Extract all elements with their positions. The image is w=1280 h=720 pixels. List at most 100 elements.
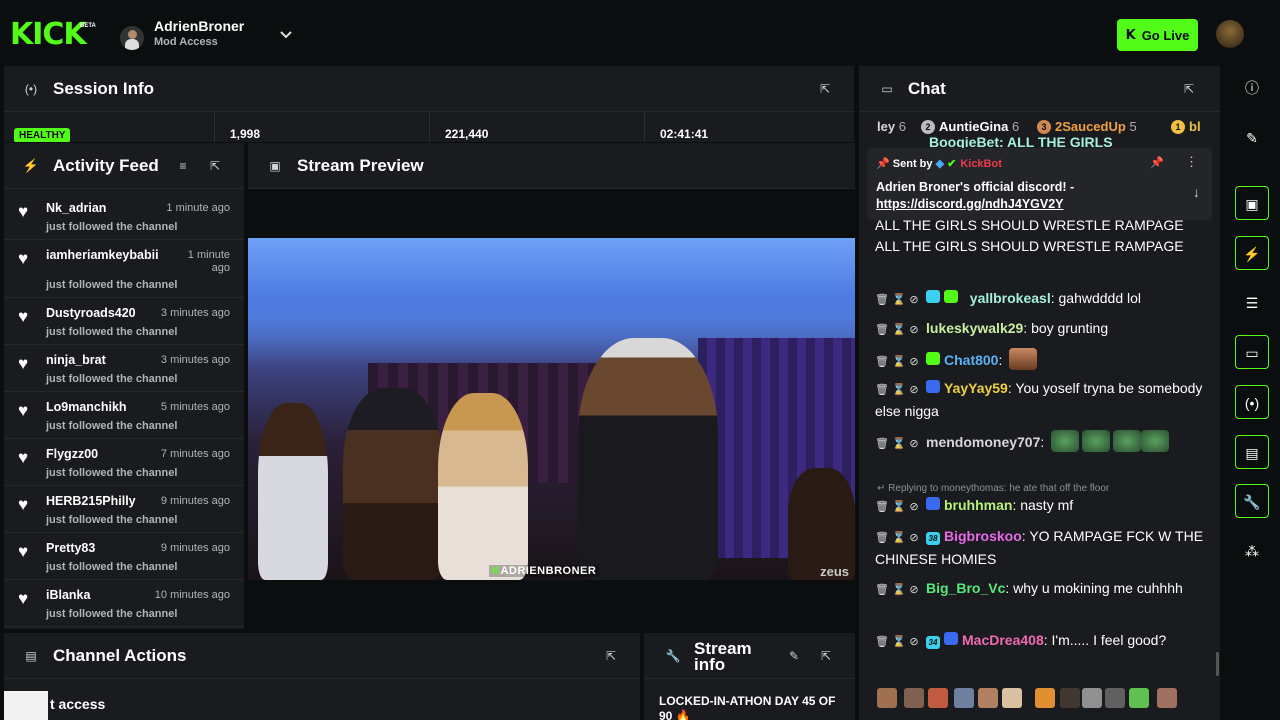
chat-username[interactable]: YayYay59: [944, 380, 1008, 396]
chat-toggle-icon[interactable]: ▭: [1235, 335, 1269, 369]
delete-icon[interactable]: 🗑: [875, 632, 889, 653]
chat-username[interactable]: Big_Bro_Vc: [926, 580, 1005, 596]
share-icon[interactable]: ⁂: [1235, 534, 1269, 568]
emote-button[interactable]: [1002, 688, 1022, 708]
pin-icon[interactable]: 📌: [1150, 156, 1164, 169]
ban-icon[interactable]: ⊘: [909, 352, 919, 373]
more-options-icon[interactable]: ⋮: [1185, 154, 1198, 170]
ban-icon[interactable]: ⊘: [909, 528, 919, 549]
delete-icon[interactable]: 🗑: [875, 320, 889, 341]
info-icon[interactable]: ⓘ: [1235, 71, 1269, 105]
discord-link[interactable]: https://discord.gg/ndhJ4YGV2Y: [876, 197, 1064, 211]
emote-button[interactable]: [1157, 688, 1177, 708]
chat-message[interactable]: 🗑 ⌛ ⊘ 38 Bigbroskoo: YO RAMPAGE FCK W THE CH…: [875, 526, 1205, 570]
timeout-icon[interactable]: ⌛: [892, 380, 906, 401]
feed-item[interactable]: ♥ Flygzz00 7 minutes ago just followed t…: [4, 439, 244, 486]
popout-icon[interactable]: ⇱: [206, 157, 224, 175]
timeout-icon[interactable]: ⌛: [892, 580, 906, 601]
feed-item[interactable]: ♥ iamheriamkeybabii 1 minute ago just fo…: [4, 240, 244, 298]
delete-icon[interactable]: 🗑: [875, 290, 889, 311]
emote-button[interactable]: [877, 688, 897, 708]
stream-preview-toggle-icon[interactable]: ▣: [1235, 186, 1269, 220]
timeout-icon[interactable]: ⌛: [892, 290, 906, 311]
activity-feed-toggle-icon[interactable]: ⚡: [1235, 236, 1269, 270]
list-icon[interactable]: ☰: [1235, 286, 1269, 320]
leaderboard-entry[interactable]: 1 bl: [1171, 119, 1201, 134]
ban-icon[interactable]: ⊘: [909, 632, 919, 653]
delete-icon[interactable]: 🗑: [875, 528, 889, 549]
arrow-down-icon[interactable]: ↓: [1193, 184, 1200, 200]
feed-item[interactable]: ♥ iBlanka 10 minutes ago just followed t…: [4, 580, 244, 627]
chat-message[interactable]: 🗑 ⌛ ⊘ bruhhman: nasty mf: [875, 495, 1205, 518]
channel-name[interactable]: AdrienBroner: [154, 18, 244, 34]
emote-button[interactable]: [1035, 688, 1055, 708]
timeout-icon[interactable]: ⌛: [892, 497, 906, 518]
leaderboard-entry[interactable]: 3 2SaucedUp 5: [1037, 119, 1137, 134]
reply-context[interactable]: ↵ Replying to moneythomas: he ate that o…: [877, 483, 1109, 494]
delete-icon[interactable]: 🗑: [875, 352, 889, 373]
feed-item[interactable]: ♥ Lo9manchikh 5 minutes ago just followe…: [4, 392, 244, 439]
delete-icon[interactable]: 🗑: [875, 434, 889, 455]
chat-scrollbar[interactable]: [1216, 652, 1219, 676]
delete-icon[interactable]: 🗑: [875, 580, 889, 601]
go-live-button[interactable]: K Go Live: [1117, 19, 1198, 51]
edit-icon[interactable]: ✎: [785, 647, 803, 665]
chat-message[interactable]: 🗑 ⌛ ⊘ Big_Bro_Vc: why u mokining me cuhhhh: [875, 578, 1205, 601]
ban-icon[interactable]: ⊘: [909, 380, 919, 401]
pencil-icon[interactable]: ✎: [1235, 121, 1269, 155]
ban-icon[interactable]: ⊘: [909, 497, 919, 518]
stream-video[interactable]: KADRIENBRONER zeus: [248, 238, 855, 580]
feed-item[interactable]: ♥ ninja_brat 3 minutes ago just followed…: [4, 345, 244, 392]
chat-message[interactable]: 🗑 ⌛ ⊘ lukeskywalk29: boy grunting: [875, 318, 1205, 341]
timeout-icon[interactable]: ⌛: [892, 434, 906, 455]
emote-button[interactable]: [904, 688, 924, 708]
channel-avatar[interactable]: [120, 26, 144, 50]
ban-icon[interactable]: ⊘: [909, 580, 919, 601]
emote-button[interactable]: [954, 688, 974, 708]
wrench-icon[interactable]: 🔧: [1235, 484, 1269, 518]
chevron-down-icon[interactable]: [278, 26, 294, 42]
popout-icon[interactable]: ⇱: [817, 647, 835, 665]
emote-button[interactable]: [1105, 688, 1125, 708]
chat-username[interactable]: mendomoney707: [926, 434, 1040, 450]
emote-button[interactable]: [1129, 688, 1149, 708]
session-toggle-icon[interactable]: (•): [1235, 385, 1269, 419]
channel-action-item[interactable]: t access: [50, 696, 105, 712]
feed-item[interactable]: ♥ Pretty83 9 minutes ago just followed t…: [4, 533, 244, 580]
delete-icon[interactable]: 🗑: [875, 497, 889, 518]
emote-button[interactable]: [928, 688, 948, 708]
timeout-icon[interactable]: ⌛: [892, 528, 906, 549]
chat-username[interactable]: bruhhman: [944, 497, 1012, 513]
ban-icon[interactable]: ⊘: [909, 290, 919, 311]
timeout-icon[interactable]: ⌛: [892, 320, 906, 341]
feed-item[interactable]: ♥ Dustyroads420 3 minutes ago just follo…: [4, 298, 244, 345]
chat-message[interactable]: 🗑 ⌛ ⊘ Chat800:: [875, 348, 1205, 373]
feed-item[interactable]: ♥ Nk_adrian 1 minute ago just followed t…: [4, 193, 244, 240]
channel-actions-toggle-icon[interactable]: ▤: [1235, 435, 1269, 469]
timeout-icon[interactable]: ⌛: [892, 352, 906, 373]
chat-username[interactable]: MacDrea408: [962, 632, 1044, 648]
chat-message[interactable]: 🗑 ⌛ ⊘ mendomoney707:: [875, 430, 1205, 455]
emote-button[interactable]: [1082, 688, 1102, 708]
emote-button[interactable]: [978, 688, 998, 708]
feed-item[interactable]: ♥ HERB215Philly 9 minutes ago just follo…: [4, 486, 244, 533]
delete-icon[interactable]: 🗑: [875, 380, 889, 401]
popout-icon[interactable]: ⇱: [602, 647, 620, 665]
user-avatar[interactable]: [1216, 20, 1244, 48]
kick-logo[interactable]: KICK: [10, 20, 87, 50]
timeout-icon[interactable]: ⌛: [892, 632, 906, 653]
popout-icon[interactable]: ⇱: [816, 80, 834, 98]
ban-icon[interactable]: ⊘: [909, 434, 919, 455]
chat-message[interactable]: 🗑 ⌛ ⊘ YayYay59: You yoself tryna be somebod…: [875, 378, 1205, 422]
leaderboard-entry[interactable]: ley 6: [877, 119, 906, 134]
chat-username[interactable]: yallbrokeasl: [970, 290, 1051, 306]
filter-icon[interactable]: ≡: [174, 157, 192, 175]
chat-username[interactable]: lukeskywalk29: [926, 320, 1023, 336]
chat-username[interactable]: Chat800: [944, 352, 998, 368]
chat-message[interactable]: 🗑 ⌛ ⊘ yallbrokeasl: gahwdddd lol: [875, 288, 1205, 311]
chat-username[interactable]: Bigbroskoo: [944, 528, 1022, 544]
chat-message[interactable]: 🗑 ⌛ ⊘ 34 MacDrea408: I'm..... I feel good?: [875, 630, 1205, 653]
popout-icon[interactable]: ⇱: [1180, 80, 1198, 98]
emote-button[interactable]: [1060, 688, 1080, 708]
leaderboard-entry[interactable]: 2 AuntieGina 6: [921, 119, 1019, 134]
